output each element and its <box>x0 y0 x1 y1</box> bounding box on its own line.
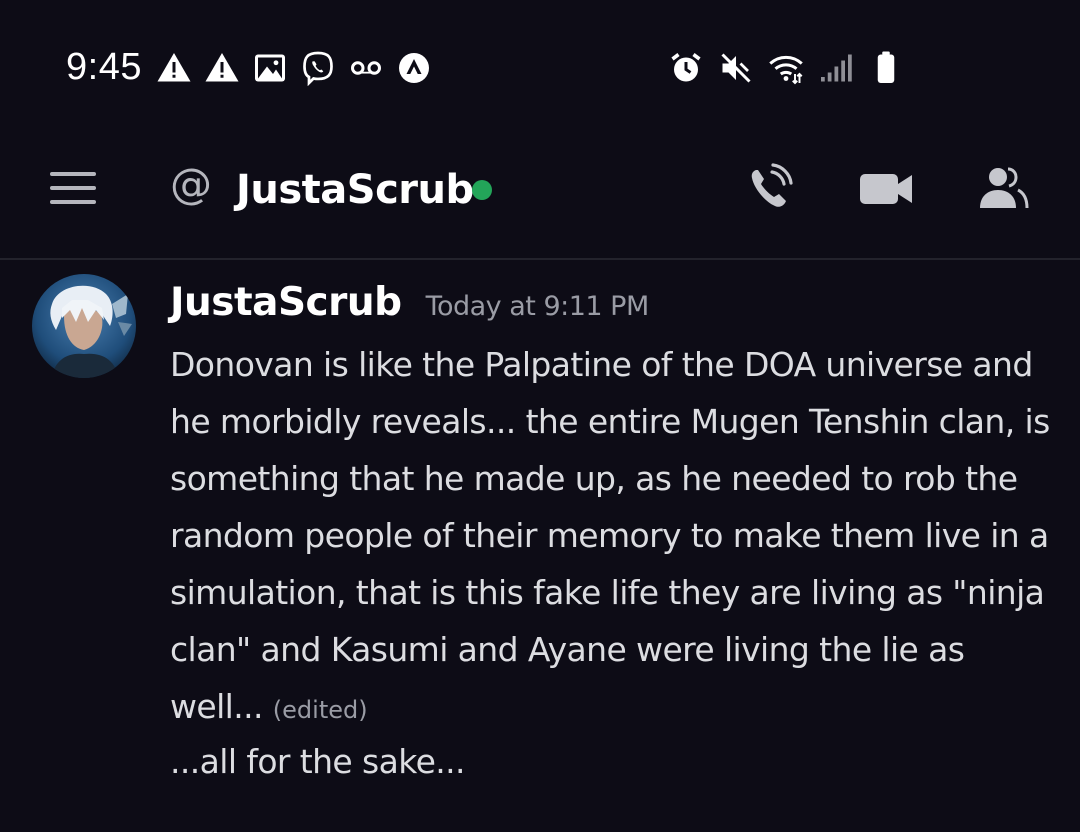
video-call-button[interactable] <box>858 162 916 214</box>
header-actions <box>742 162 1032 214</box>
message-content: Donovan is like the Palpatine of the DOA… <box>170 336 1050 739</box>
dm-recipient-name[interactable]: JustaScrub <box>236 162 474 218</box>
alarm-icon <box>671 53 701 82</box>
user-avatar-image <box>32 274 136 378</box>
image-icon <box>255 54 285 82</box>
battery-icon <box>877 51 895 83</box>
dm-header: @ JustaScrub <box>0 140 1080 258</box>
wifi-icon <box>769 55 803 85</box>
at-sign-icon: @ <box>170 160 212 208</box>
discord-dm-screen: 9:45 @ JustaScrub JustaScrub Today at 9:… <box>0 0 1080 832</box>
edited-label: (edited) <box>272 696 368 724</box>
status-time: 9:45 <box>66 46 142 88</box>
voice-call-button[interactable] <box>742 162 800 214</box>
voicemail-icon <box>351 61 381 75</box>
mute-icon <box>721 53 751 83</box>
viber-icon <box>303 51 333 86</box>
message-timestamp: Today at 9:11 PM <box>425 291 650 322</box>
hamburger-menu-icon[interactable] <box>44 162 102 214</box>
warning-icon <box>205 53 239 82</box>
warning-icon <box>157 53 191 82</box>
signal-icon <box>821 54 852 82</box>
message-header: JustaScrub Today at 9:11 PM <box>170 280 649 325</box>
notification-icons <box>156 50 432 86</box>
app-icon <box>399 53 429 83</box>
message-followup: ...all for the sake... <box>170 742 466 781</box>
online-status-indicator <box>472 180 492 200</box>
status-bar: 9:45 <box>0 0 1080 140</box>
header-divider <box>0 258 1080 260</box>
members-button[interactable] <box>974 162 1032 214</box>
avatar[interactable] <box>32 274 136 378</box>
video-camera-icon <box>860 174 912 204</box>
at-sign-symbol: @ <box>170 160 212 208</box>
phone-call-icon <box>751 163 793 207</box>
people-icon <box>980 167 1029 209</box>
system-icons <box>668 50 904 86</box>
message-author[interactable]: JustaScrub <box>170 280 402 325</box>
message-text: Donovan is like the Palpatine of the DOA… <box>170 345 1050 726</box>
